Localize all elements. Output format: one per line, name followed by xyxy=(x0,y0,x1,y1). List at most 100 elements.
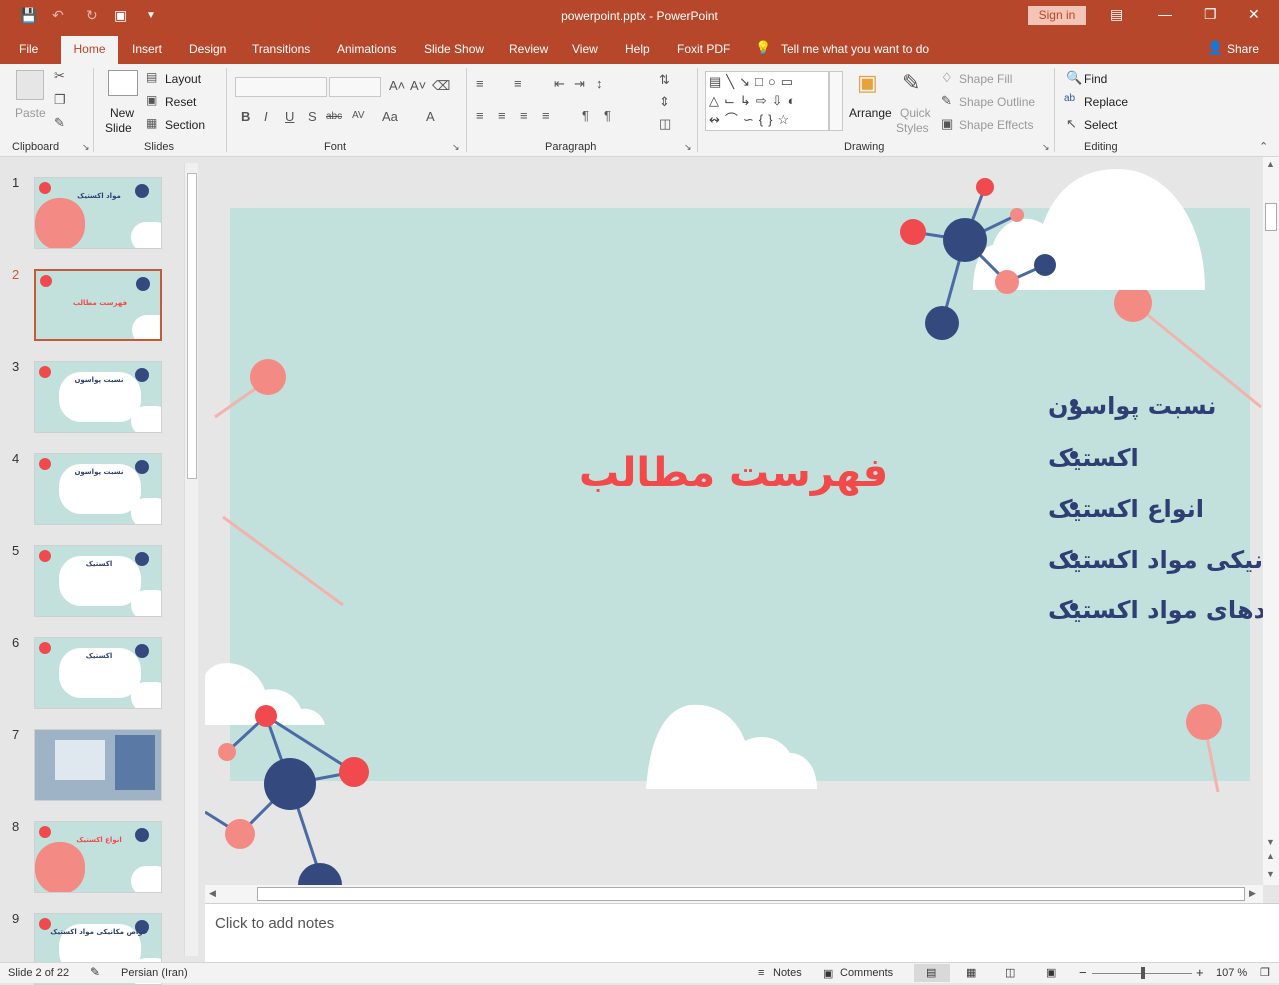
ltr-icon[interactable]: ¶ xyxy=(604,108,611,123)
scroll-up-icon[interactable]: ▲ xyxy=(1266,159,1275,169)
tab-view[interactable]: View xyxy=(572,42,598,56)
font-color-icon[interactable]: A xyxy=(426,109,435,124)
language-indicator[interactable]: Persian (Iran) xyxy=(121,967,188,979)
strikethrough-button[interactable]: abc xyxy=(326,111,342,122)
close-icon[interactable]: ✕ xyxy=(1248,6,1260,23)
notes-placeholder[interactable]: Click to add notes xyxy=(215,915,334,932)
tab-foxit-pdf[interactable]: Foxit PDF xyxy=(677,42,730,56)
next-slide-icon[interactable]: ▼ xyxy=(1266,869,1275,879)
normal-view-icon[interactable]: ▤ xyxy=(926,966,936,979)
shape-outline-button[interactable]: Shape Outline xyxy=(959,95,1035,109)
align-left-icon[interactable]: ≡ xyxy=(476,108,484,123)
layout-button[interactable]: Layout xyxy=(165,72,201,86)
comments-icon[interactable]: ▣ xyxy=(823,967,833,980)
new-slide-icon[interactable] xyxy=(108,70,138,96)
tell-me-search[interactable]: Tell me what you want to do xyxy=(781,42,929,56)
rtl-icon[interactable]: ¶ xyxy=(582,108,589,123)
cut-icon[interactable]: ✂ xyxy=(54,68,65,84)
spell-check-icon[interactable]: ✎ xyxy=(90,965,100,979)
slide-thumbnail[interactable]: اکستیک xyxy=(34,545,162,617)
scroll-down-icon[interactable]: ▼ xyxy=(1266,837,1275,847)
drawing-launcher-icon[interactable]: ↘ xyxy=(1042,142,1050,153)
bullet-item[interactable]: مثال هایی از کاربردهای مواد اکستیک xyxy=(1048,596,1263,624)
increase-indent-icon[interactable]: ⇥ xyxy=(574,76,585,92)
clipboard-launcher-icon[interactable]: ↘ xyxy=(82,142,90,153)
thumbnail-scrollbar[interactable] xyxy=(184,163,198,956)
tab-insert[interactable]: Insert xyxy=(132,42,162,56)
decrease-indent-icon[interactable]: ⇤ xyxy=(554,76,565,92)
new-slide-label-1[interactable]: New xyxy=(110,106,134,120)
tab-help[interactable]: Help xyxy=(625,42,650,56)
horizontal-scroll-thumb[interactable] xyxy=(257,887,1245,901)
line-spacing-icon[interactable]: ↕ xyxy=(596,76,603,91)
shape-effects-button[interactable]: Shape Effects xyxy=(959,118,1034,132)
notes-toggle-icon[interactable]: ≡ xyxy=(758,967,764,979)
justify-icon[interactable]: ≡ xyxy=(542,108,550,123)
bullet-item[interactable]: نسبت پواسون xyxy=(1048,392,1216,420)
notes-pane[interactable]: Click to add notes xyxy=(205,903,1279,962)
bullets-icon[interactable]: ≡ xyxy=(476,76,484,91)
tab-transitions[interactable]: Transitions xyxy=(252,42,310,56)
shapes-gallery[interactable]: ▤╲↘□○▭ △⌙↳⇨⇩◐ ↭⌒∽{}☆ xyxy=(705,71,829,131)
clear-format-icon[interactable]: ⌫ xyxy=(432,78,450,94)
zoom-slider-thumb[interactable] xyxy=(1141,967,1145,979)
italic-button[interactable]: I xyxy=(264,109,268,124)
share-button[interactable]: Share xyxy=(1227,42,1259,56)
previous-slide-icon[interactable]: ▲ xyxy=(1266,851,1275,861)
arrange-button[interactable]: Arrange xyxy=(849,106,892,120)
replace-button[interactable]: Replace xyxy=(1084,95,1128,109)
font-size-dropdown[interactable] xyxy=(329,77,381,97)
align-right-icon[interactable]: ≡ xyxy=(520,108,528,123)
slide-canvas[interactable]: فهرست مطالب نسبت پواسون اکستیک انواع اکس… xyxy=(205,157,1263,885)
arrange-icon[interactable]: ▣ xyxy=(857,70,878,96)
vertical-scroll-thumb[interactable] xyxy=(1265,203,1277,231)
slide-editing-area[interactable]: فهرست مطالب نسبت پواسون اکستیک انواع اکس… xyxy=(205,157,1263,885)
bold-button[interactable]: B xyxy=(241,109,250,124)
slide-thumbnail[interactable]: مواد اکستیک xyxy=(34,177,162,249)
paste-button[interactable]: Paste xyxy=(15,106,46,120)
tab-animations[interactable]: Animations xyxy=(337,42,396,56)
slide-thumbnail[interactable] xyxy=(34,729,162,801)
scroll-right-icon[interactable]: ▶ xyxy=(1249,888,1256,899)
reset-button[interactable]: Reset xyxy=(165,95,196,109)
select-button[interactable]: Select xyxy=(1084,118,1117,132)
align-text-icon[interactable]: ⇕ xyxy=(659,94,670,110)
notes-toggle-button[interactable]: Notes xyxy=(773,967,802,979)
sign-in-button[interactable]: Sign in xyxy=(1028,6,1086,25)
shrink-font-icon[interactable]: A˅ xyxy=(410,78,426,93)
minimize-icon[interactable]: — xyxy=(1158,6,1172,22)
zoom-out-icon[interactable]: − xyxy=(1079,965,1087,980)
tab-home[interactable]: Home xyxy=(61,36,118,64)
shape-fill-button[interactable]: Shape Fill xyxy=(959,72,1012,86)
tab-design[interactable]: Design xyxy=(189,42,226,56)
bullet-item[interactable]: خواص مکانیکی مواد اکستیک xyxy=(1048,546,1263,574)
copy-icon[interactable]: ❐ xyxy=(54,92,66,108)
quick-styles-icon[interactable]: ✎ xyxy=(902,70,920,96)
bullet-item[interactable]: اکستیک xyxy=(1048,444,1139,472)
collapse-ribbon-icon[interactable]: ⌃ xyxy=(1259,140,1268,153)
scroll-left-icon[interactable]: ◀ xyxy=(209,888,216,899)
horizontal-scrollbar[interactable]: ◀ ▶ xyxy=(205,885,1263,903)
font-launcher-icon[interactable]: ↘ xyxy=(452,142,460,153)
ribbon-display-icon[interactable]: ▤ xyxy=(1110,6,1123,23)
slide-thumbnail[interactable]: انواع اکستیک xyxy=(34,821,162,893)
zoom-in-icon[interactable]: + xyxy=(1196,965,1204,980)
new-slide-label-2[interactable]: Slide xyxy=(105,121,132,135)
section-button[interactable]: Section xyxy=(165,118,205,132)
tab-review[interactable]: Review xyxy=(509,42,548,56)
align-center-icon[interactable]: ≡ xyxy=(498,108,506,123)
font-family-dropdown[interactable] xyxy=(235,77,327,97)
slide-title[interactable]: فهرست مطالب xyxy=(579,450,888,496)
bullet-item[interactable]: انواع اکستیک xyxy=(1048,495,1204,523)
slide-sorter-icon[interactable]: ▦ xyxy=(966,966,976,979)
tab-file[interactable]: File xyxy=(19,42,38,56)
find-button[interactable]: Find xyxy=(1084,72,1107,86)
paste-icon[interactable] xyxy=(16,70,44,100)
tab-slide-show[interactable]: Slide Show xyxy=(424,42,484,56)
paragraph-launcher-icon[interactable]: ↘ xyxy=(684,142,692,153)
vertical-scrollbar[interactable]: ▲ ▼ ▲ ▼ xyxy=(1263,157,1279,885)
thumbnail-scroll-thumb[interactable] xyxy=(187,173,197,479)
smartart-icon[interactable]: ◫ xyxy=(659,116,671,132)
numbering-icon[interactable]: ≡ xyxy=(514,76,522,91)
slide-thumbnail[interactable]: فهرست مطالب xyxy=(34,269,162,341)
